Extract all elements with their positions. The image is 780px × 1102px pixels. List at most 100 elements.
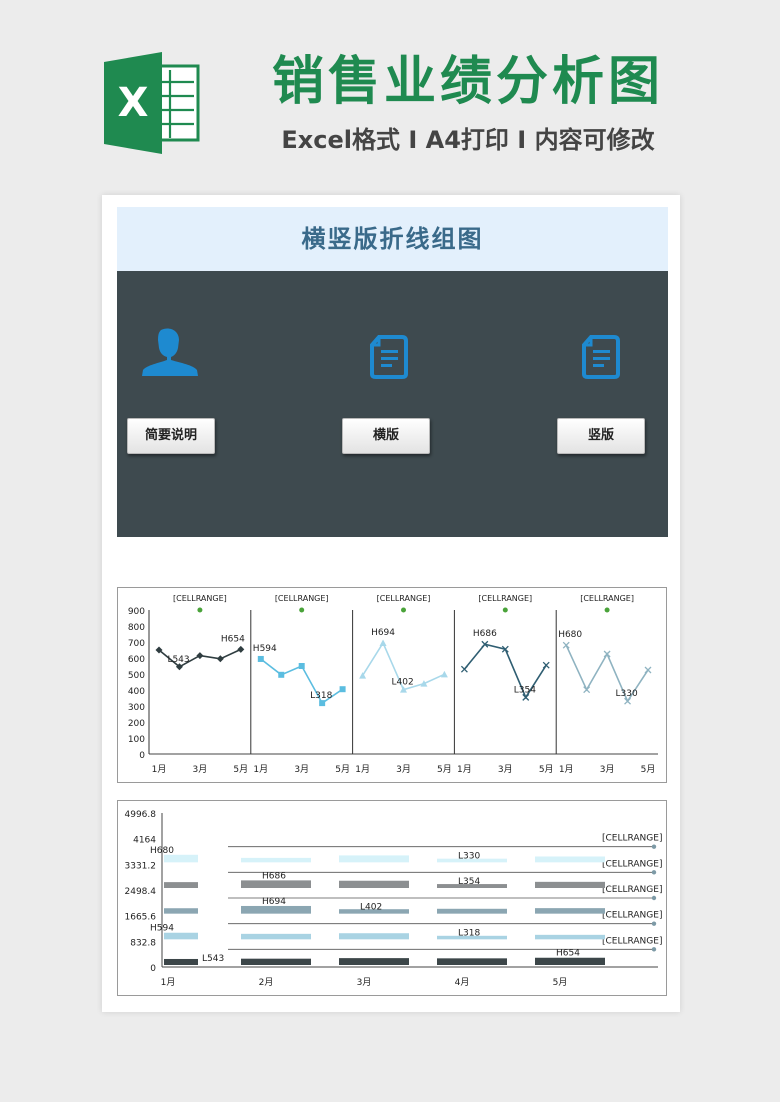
series-end-marker	[651, 895, 657, 901]
page-header: X 销售业绩分析图 Excel格式 I A4打印 I 内容可修改	[0, 0, 780, 190]
bar-chart-panel: 0 832.8 1665.6 2498.4 3331.2 4164 4996.8 1月 2月 3月…	[117, 800, 667, 996]
data-point-marker	[440, 670, 448, 678]
x-tick-label: 1月	[161, 977, 176, 988]
high-value-label: H680	[150, 846, 174, 856]
low-value-label: L318	[310, 691, 332, 701]
low-value-label: L354	[458, 877, 480, 887]
banner-title: 横竖版折线组图	[301, 225, 484, 253]
data-point-marker	[237, 645, 245, 653]
vertical-layout-button[interactable]: 竖版	[557, 418, 645, 454]
series-end-marker	[651, 844, 657, 849]
x-tick-label: 1月	[457, 764, 472, 775]
y-tick-label: 1665.6	[125, 913, 157, 923]
x-tick-label: 5月	[437, 764, 452, 775]
low-value-label: L402	[392, 678, 414, 688]
data-point-marker	[339, 686, 346, 693]
data-point-marker	[583, 686, 591, 694]
y-tick-label: 832.8	[130, 938, 156, 948]
low-value-label: L330	[458, 851, 480, 861]
data-point-marker	[644, 666, 652, 674]
bar-chart: 0 832.8 1665.6 2498.4 3331.2 4164 4996.8 1月 2月 3月…	[125, 810, 663, 988]
bar-segment	[535, 957, 605, 965]
y-tick-label: 2498.4	[125, 887, 157, 897]
user-icon	[142, 328, 198, 376]
x-tick-label: 3月	[357, 977, 372, 988]
bar-segment	[339, 933, 409, 940]
bar-segment	[241, 857, 311, 863]
bar-segment	[164, 958, 198, 965]
series-label: [CELLRANGE]	[602, 911, 662, 921]
series-label: [CELLRANGE]	[602, 936, 662, 946]
bar-segment	[339, 880, 409, 888]
x-tick-label: 5月	[553, 977, 568, 988]
data-point-marker	[216, 655, 224, 663]
high-value-label: H654	[556, 949, 580, 959]
summary-button[interactable]: 简要说明	[127, 418, 215, 454]
bar-segment	[241, 905, 311, 914]
y-tick-label: 100	[128, 735, 145, 745]
x-tick-label: 5月	[641, 764, 656, 775]
y-tick-label: 400	[128, 687, 145, 697]
data-point-marker	[542, 661, 550, 669]
y-tick-label: 600	[128, 655, 145, 665]
low-value-label: L354	[514, 685, 536, 695]
x-tick-label: 3月	[193, 764, 208, 775]
x-tick-label: 3月	[396, 764, 411, 775]
high-value-label: H694	[262, 897, 286, 907]
line-chart-panel: 0 100 200 300 400 500 600 700 800 900 [CELLRANGE] H…	[117, 587, 667, 783]
excel-logo-icon: X	[104, 52, 200, 154]
low-value-label: L330	[616, 689, 638, 699]
bar-segment	[241, 933, 311, 940]
y-tick-label: 800	[128, 623, 145, 633]
y-tick-label: 0	[139, 751, 145, 761]
x-tick-label: 5月	[335, 764, 350, 775]
x-tick-label: 3月	[600, 764, 615, 775]
bar-segment	[241, 880, 311, 888]
bar-segment	[535, 856, 605, 863]
bar-segment	[164, 908, 198, 914]
y-tick-label: 200	[128, 719, 145, 729]
series-label: [CELLRANGE]	[275, 594, 329, 603]
y-tick-label: 3331.2	[125, 861, 157, 871]
high-value-label: H694	[371, 628, 395, 638]
document-icon	[582, 335, 620, 379]
high-value-label: H686	[473, 629, 497, 639]
series-indicator-dot	[502, 607, 508, 613]
series-indicator-dot	[401, 607, 406, 613]
y-tick-label: 4164	[133, 836, 156, 846]
navigation-panel: 简要说明 横版 竖版	[117, 271, 668, 537]
y-tick-label: 900	[128, 607, 145, 617]
x-tick-label: 3月	[498, 764, 513, 775]
high-value-label: H686	[262, 871, 286, 881]
x-tick-label: 1月	[253, 764, 268, 775]
bar-segment	[339, 958, 409, 965]
data-point-marker	[196, 652, 204, 660]
series-end-marker	[651, 947, 657, 952]
data-point-marker	[298, 663, 305, 669]
excel-logo-letter: X	[118, 80, 149, 126]
series-label: [CELLRANGE]	[602, 885, 662, 895]
series-label: [CELLRANGE]	[580, 594, 634, 603]
series-label: [CELLRANGE]	[602, 834, 662, 844]
high-value-label: H680	[558, 630, 582, 640]
line-chart: 0 100 200 300 400 500 600 700 800 900 [CELLRANGE] H…	[128, 594, 658, 775]
series-end-marker	[651, 921, 657, 926]
x-tick-label: 1月	[559, 764, 574, 775]
bar-segment	[437, 958, 507, 965]
y-tick-label: 0	[150, 964, 156, 974]
x-tick-label: 5月	[233, 764, 248, 775]
series-end-marker	[651, 870, 657, 875]
x-tick-label: 1月	[152, 764, 167, 775]
low-value-label: L402	[360, 903, 382, 913]
high-value-label: H594	[150, 924, 174, 934]
bar-segment	[164, 882, 198, 888]
page-subtitle: Excel格式 I A4打印 I 内容可修改	[281, 126, 655, 154]
y-tick-label: 4996.8	[125, 810, 157, 820]
bar-segment	[535, 881, 605, 888]
low-value-label: L543	[167, 655, 189, 665]
bar-segment	[535, 908, 605, 914]
horizontal-layout-button[interactable]: 横版	[342, 418, 430, 454]
series-indicator-dot	[197, 607, 203, 613]
x-tick-label: 4月	[455, 977, 470, 988]
high-value-label: H654	[221, 634, 245, 644]
